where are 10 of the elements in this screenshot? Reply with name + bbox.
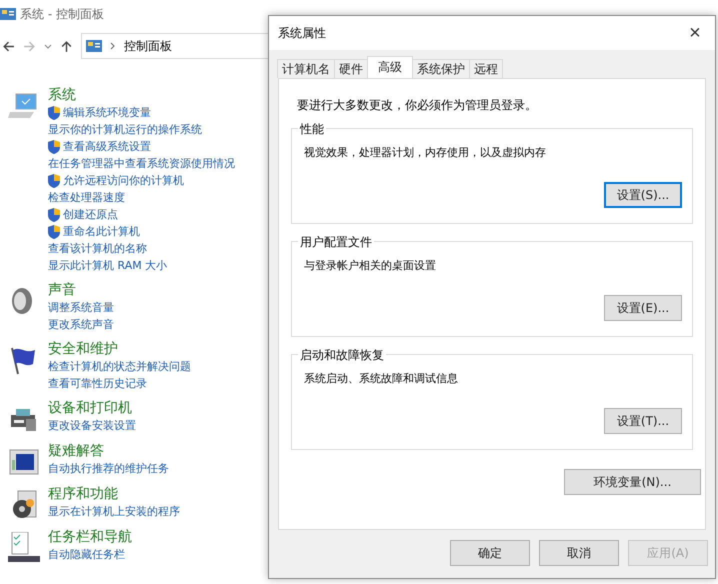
group-description: 与登录帐户相关的桌面设置	[304, 258, 437, 273]
admin-notice: 要进行大多数更改，你必须作为管理员登录。	[297, 97, 538, 114]
dialog-title: 系统属性	[278, 24, 326, 42]
group-description: 系统启动、系统故障和调试信息	[304, 371, 459, 386]
address-path: 控制面板	[124, 38, 172, 54]
window-title: 系统 - 控制面板	[20, 6, 104, 22]
group-description: 视觉效果，处理器计划，内存使用，以及虚拟内存	[304, 145, 547, 160]
group-title: 启动和故障恢复	[298, 347, 386, 364]
group-title: 性能	[298, 121, 326, 138]
group-title: 用户配置文件	[298, 234, 374, 251]
